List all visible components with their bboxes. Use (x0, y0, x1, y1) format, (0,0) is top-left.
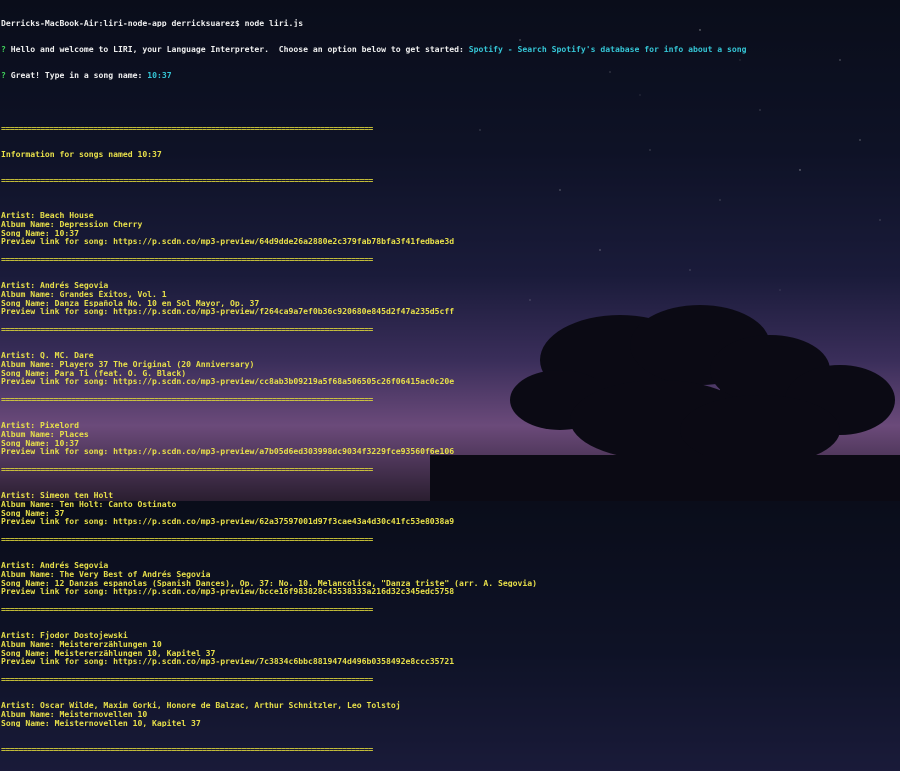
album-line: Album Name: Ten Holt: Canto Ostinato (1, 499, 177, 509)
song-line: Song Name: 10:37 (1, 228, 79, 238)
song-result: Artist: Pixelord Album Name: Places Song N… (1, 412, 900, 482)
song-result: Artist: Oscar Wilde, Maxim Gorki, Honore… (1, 692, 900, 762)
song-line: Song Name: Meisternovellen 10, Kapitel 3… (1, 718, 201, 728)
preview-line: Preview link for song: https://p.scdn.co… (1, 447, 455, 456)
album-line: Album Name: Meistererzählungen 10 (1, 639, 162, 649)
artist-line: Artist: Andrés Segovia (1, 281, 109, 290)
separator: ========================================… (1, 674, 373, 684)
separator: ========================================… (1, 394, 373, 404)
song-line: Song Name: Danza Española No. 10 en Sol … (1, 298, 260, 308)
song-line: Song Name: Meistererzählungen 10, Kapite… (1, 648, 216, 658)
album-line: Album Name: Meisternovellen 10 (1, 709, 148, 719)
song-line: Song Name: Para Ti (feat. O. G. Black) (1, 368, 187, 378)
album-line: Album Name: The Very Best of Andrés Sego… (1, 569, 211, 579)
welcome-line: ? Hello and welcome to LIRI, your Langua… (1, 45, 900, 54)
album-line: Album Name: Places (1, 429, 89, 439)
separator: ========================================… (1, 176, 373, 185)
artist-line: Artist: Pixelord (1, 421, 79, 430)
artist-line: Artist: Fjodor Dostojewski (1, 631, 128, 640)
separator: ========================================… (1, 534, 373, 544)
song-line: Song Name: 10:37 (1, 438, 79, 448)
separator: ========================================… (1, 604, 373, 614)
artist-line: Artist: Simeon ten Holt (1, 491, 114, 500)
separator: ========================================… (1, 324, 373, 334)
results-list: Artist: Beach House Album Name: Depressio… (1, 202, 900, 762)
preview-line: Preview link for song: https://p.scdn.co… (1, 307, 455, 316)
album-line: Album Name: Playero 37 The Original (20 … (1, 359, 255, 369)
artist-line: Artist: Andrés Segovia (1, 561, 109, 570)
results-header: Information for songs named 10:37 (1, 149, 162, 159)
song-result: Artist: Simeon ten Holt Album Name: Ten H… (1, 482, 900, 552)
separator: ========================================… (1, 464, 373, 474)
preview-line (1, 727, 900, 736)
song-result: Artist: Q. MC. Dare Album Name: Playero 3… (1, 342, 900, 412)
song-result: Artist: Andrés Segovia Album Name: The Ve… (1, 552, 900, 622)
preview-line: Preview link for song: https://p.scdn.co… (1, 237, 455, 246)
command-line: Derricks-MacBook-Air:liri-node-app derri… (1, 19, 900, 28)
separator: ========================================… (1, 123, 373, 133)
song-result: Artist: Beach House Album Name: Depressio… (1, 202, 900, 272)
terminal-output: Derricks-MacBook-Air:liri-node-app derri… (1, 1, 900, 771)
song-line: Song Name: 37 (1, 508, 65, 518)
command-prompt-text: Derricks-MacBook-Air:liri-node-app derri… (1, 18, 304, 28)
artist-line: Artist: Beach House (1, 211, 94, 220)
song-line: Song Name: 12 Danzas espanolas (Spanish … (1, 578, 538, 588)
song-answer: 10:37 (147, 71, 172, 80)
preview-line: Preview link for song: https://p.scdn.co… (1, 587, 455, 596)
song-prompt-text: Great! Type in a song name: (5, 71, 148, 80)
album-line: Album Name: Depression Cherry (1, 219, 143, 229)
preview-line: Preview link for song: https://p.scdn.co… (1, 377, 455, 386)
album-line: Album Name: Grandes Éxitos, Vol. 1 (1, 289, 167, 299)
artist-line: Artist: Q. MC. Dare (1, 351, 94, 360)
song-result: Artist: Fjodor Dostojewski Album Name: Me… (1, 622, 900, 692)
preview-line: Preview link for song: https://p.scdn.co… (1, 517, 455, 526)
separator: ========================================… (1, 744, 373, 754)
welcome-choice: Spotify - Search Spotify's database for … (468, 44, 747, 54)
separator: ========================================… (1, 254, 373, 264)
song-prompt-line: ? Great! Type in a song name: 10:37 (1, 71, 900, 80)
artist-line: Artist: Oscar Wilde, Maxim Gorki, Honore… (1, 701, 401, 710)
preview-line: Preview link for song: https://p.scdn.co… (1, 657, 455, 666)
welcome-text: Hello and welcome to LIRI, your Language… (5, 44, 469, 54)
song-result: Artist: Andrés Segovia Album Name: Grande… (1, 272, 900, 342)
